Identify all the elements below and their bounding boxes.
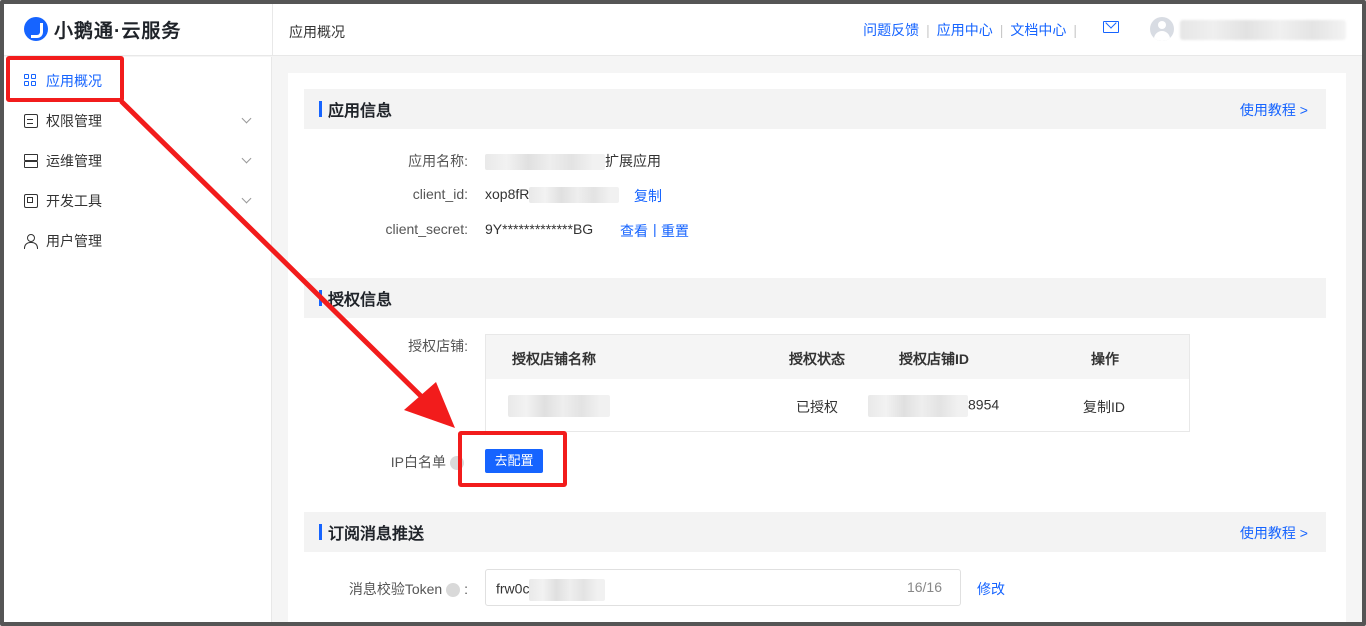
sidebar-item-users[interactable]: 用户管理 xyxy=(4,221,272,261)
server-icon xyxy=(24,154,38,168)
auth-status-cell: 已授权 xyxy=(796,399,838,415)
char-counter: 16/16 xyxy=(906,579,942,595)
sidebar-item-label: 运维管理 xyxy=(46,153,102,169)
tutorial-link[interactable]: 使用教程 > xyxy=(1240,523,1308,543)
section-title: 授权信息 xyxy=(328,292,393,309)
redacted-text xyxy=(868,395,968,417)
auth-info-header: 授权信息 xyxy=(304,278,1326,318)
store-id-suffix: 8954 xyxy=(968,396,1000,413)
copy-client-id-link[interactable]: 复制 xyxy=(634,186,662,206)
docs-center-link[interactable]: 文档中心 xyxy=(1010,20,1066,40)
chevron-down-icon xyxy=(241,153,252,164)
sidebar: 应用概况 权限管理 运维管理 开发工具 用户管理 xyxy=(4,57,272,622)
column-header: 操作 xyxy=(1091,351,1119,367)
sidebar-item-label: 用户管理 xyxy=(46,233,102,249)
app-logo[interactable]: 小鹅通·云服务 xyxy=(24,16,181,42)
app-name-value: 扩展应用 xyxy=(485,151,661,171)
client-id-label: client_id: xyxy=(412,186,468,202)
info-icon[interactable] xyxy=(446,583,461,598)
client-secret-label: client_secret: xyxy=(385,221,468,237)
highlight-box-sidebar xyxy=(6,56,124,102)
client-secret-value: 9Y*************BG xyxy=(485,221,594,237)
store-label: 授权店铺: xyxy=(408,338,468,354)
user-icon xyxy=(24,234,38,249)
avatar[interactable] xyxy=(1150,17,1174,41)
section-title: 应用信息 xyxy=(328,103,393,120)
token-label: 消息校验Token : xyxy=(288,579,468,599)
top-link-separator: | xyxy=(926,22,930,38)
section-accent-bar xyxy=(319,101,322,117)
feedback-link[interactable]: 问题反馈 xyxy=(863,20,919,40)
ip-whitelist-text: IP白名单 xyxy=(390,454,446,470)
page-breadcrumb: 应用概况 xyxy=(289,24,345,40)
token-value: frw0c xyxy=(496,579,606,601)
sidebar-item-permissions[interactable]: 权限管理 xyxy=(4,101,272,141)
app-center-link[interactable]: 应用中心 xyxy=(937,20,993,40)
app-name-suffix: 扩展应用 xyxy=(605,153,661,169)
top-link-separator: | xyxy=(1073,22,1077,38)
top-bar: 小鹅通·云服务 应用概况 问题反馈 | 应用中心 | 文档中心 | xyxy=(4,4,1362,56)
logo-text: 小鹅通·云服务 xyxy=(54,20,182,42)
column-header: 授权状态 xyxy=(789,351,845,367)
store-name-cell xyxy=(508,395,610,417)
chevron-down-icon xyxy=(241,193,252,204)
sidebar-item-operations[interactable]: 运维管理 xyxy=(4,141,272,181)
token-label-colon: : xyxy=(464,581,468,597)
sidebar-item-label: 权限管理 xyxy=(46,113,102,129)
store-id-cell: 8954 xyxy=(868,395,999,417)
view-secret-link[interactable]: 查看 xyxy=(620,221,648,241)
redacted-text xyxy=(529,579,606,601)
section-title: 订阅消息推送 xyxy=(328,526,425,543)
auth-store-table: 授权店铺名称 授权状态 授权店铺ID 操作 已授权 8954 复制ID xyxy=(485,334,1190,432)
app-name-label: 应用名称: xyxy=(408,153,468,169)
column-header: 授权店铺ID xyxy=(899,351,969,367)
token-input[interactable]: frw0c 16/16 xyxy=(485,569,961,606)
column-header: 授权店铺名称 xyxy=(512,351,596,367)
app-info-header: 应用信息 使用教程 > xyxy=(304,89,1326,129)
redacted-text xyxy=(485,154,605,171)
copy-id-link[interactable]: 复制ID xyxy=(1083,397,1125,417)
subscription-header: 订阅消息推送 使用教程 > xyxy=(304,512,1326,552)
edit-token-link[interactable]: 修改 xyxy=(977,579,1005,599)
tutorial-link[interactable]: 使用教程 > xyxy=(1240,100,1308,120)
user-name-redacted[interactable] xyxy=(1180,20,1346,40)
mail-icon[interactable] xyxy=(1103,21,1119,33)
link-divider: | xyxy=(653,221,657,237)
ip-whitelist-label: IP白名单 xyxy=(288,452,464,472)
document-icon xyxy=(24,114,38,128)
redacted-text xyxy=(529,187,620,204)
section-accent-bar xyxy=(319,524,322,540)
logo-icon xyxy=(24,17,48,41)
app-window: 小鹅通·云服务 应用概况 问题反馈 | 应用中心 | 文档中心 | 应用概况 权… xyxy=(0,0,1366,626)
top-divider xyxy=(272,4,273,56)
top-link-separator: | xyxy=(999,22,1004,38)
highlight-box-configure xyxy=(458,431,567,487)
redacted-text xyxy=(508,395,610,417)
token-prefix: frw0c xyxy=(496,580,530,597)
main-content: 应用信息 使用教程 > 应用名称: 扩展应用 client_id: xop8fR… xyxy=(288,73,1346,622)
sidebar-item-dev-tools[interactable]: 开发工具 xyxy=(4,181,272,221)
client-id-value: xop8fR xyxy=(485,186,620,204)
top-links: 问题反馈 | 应用中心 | 文档中心 | xyxy=(863,20,1084,40)
reset-secret-link[interactable]: 重置 xyxy=(661,221,689,241)
token-label-text: 消息校验Token xyxy=(348,581,443,597)
section-accent-bar xyxy=(319,290,322,306)
toolbox-icon xyxy=(24,194,38,208)
chevron-down-icon xyxy=(241,113,252,124)
client-id-prefix: xop8fR xyxy=(485,186,530,202)
sidebar-item-label: 开发工具 xyxy=(46,193,102,209)
